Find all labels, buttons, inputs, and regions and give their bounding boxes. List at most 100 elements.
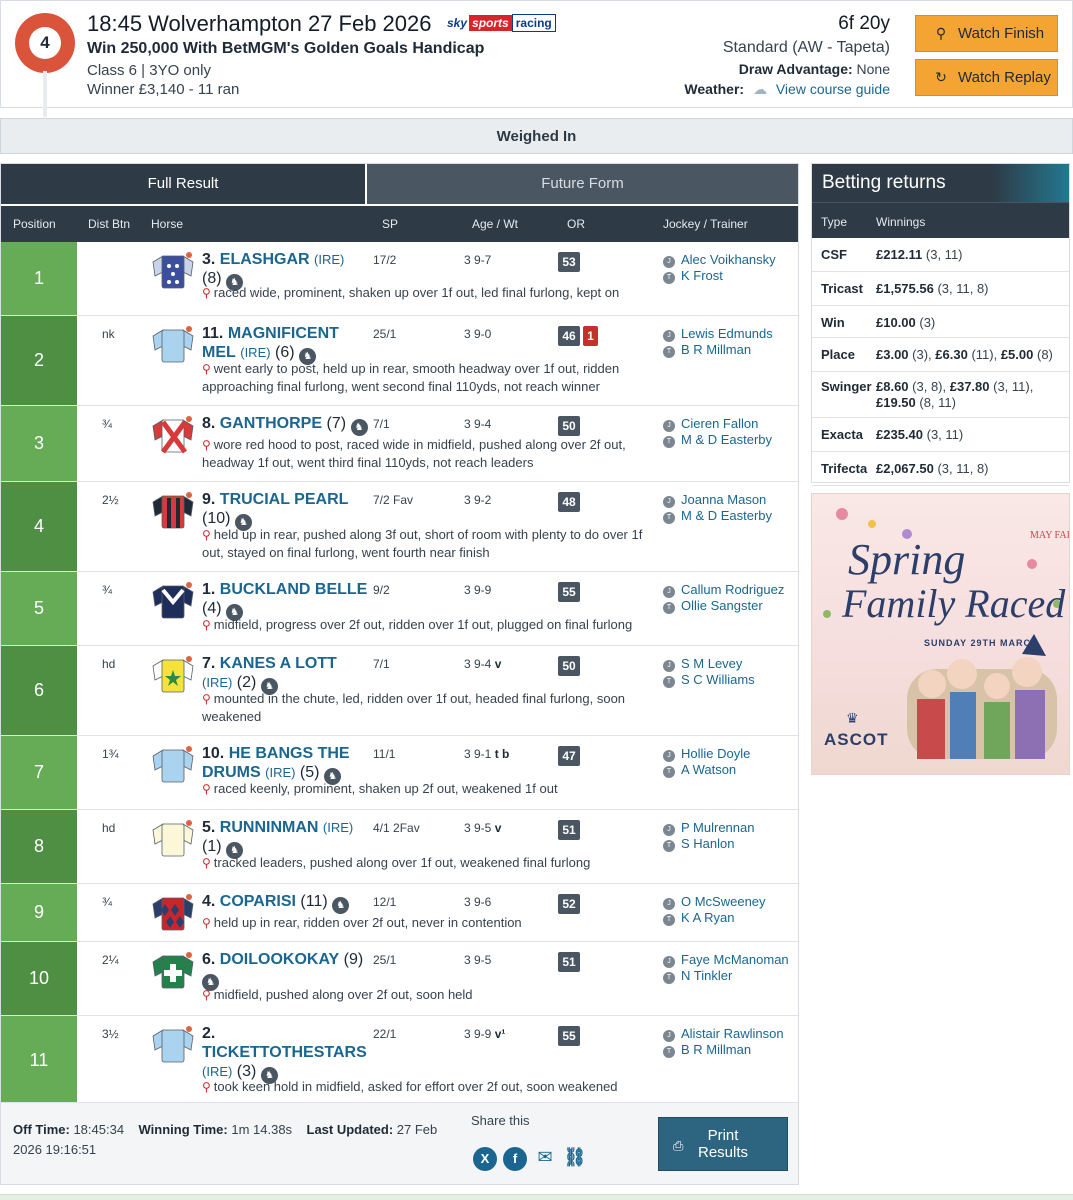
family-illustration xyxy=(907,634,1057,759)
horse-name-link[interactable]: 10. HE BANGS THE DRUMS (IRE) (5) ♞ xyxy=(202,744,368,785)
horse-name-link[interactable]: 8. GANTHORPE (7) ♞ xyxy=(202,414,368,436)
trainer-link[interactable]: T S C Williams xyxy=(663,672,755,688)
horse-name-link[interactable]: 6. DOILOOKOKAY (9) ♞ xyxy=(202,950,368,991)
watch-finish-button[interactable]: ⚲ Watch Finish xyxy=(915,15,1058,52)
trainer-badge-icon: T xyxy=(663,436,675,448)
logo-sky: sky xyxy=(447,16,468,30)
horse-name-link[interactable]: 9. TRUCIAL PEARL (10) ♞ xyxy=(202,490,368,531)
race-distance: 6f 20y xyxy=(838,13,890,34)
jockey-link[interactable]: J S M Levey xyxy=(663,656,755,672)
horse-name-link[interactable]: 1. BUCKLAND BELLE (4) ♞ xyxy=(202,580,368,621)
race-going: Standard (AW - Tapeta) xyxy=(722,39,890,56)
trainer-link[interactable]: T B R Millman xyxy=(663,342,773,358)
jockey-link[interactable]: J Hollie Doyle xyxy=(663,746,750,762)
bet-selection: (3) xyxy=(915,315,936,330)
bet-type: Place xyxy=(821,347,855,362)
race-comment: ⚲ mounted in the chute, led, ridden over … xyxy=(202,690,652,725)
jockey-link[interactable]: J Cieren Fallon xyxy=(663,416,772,432)
starting-price: 7/1 xyxy=(373,657,390,671)
finish-position: 4 xyxy=(1,482,77,571)
bet-type: CSF xyxy=(821,247,847,262)
trainer-link[interactable]: T K A Ryan xyxy=(663,910,766,926)
crown-icon: ♛ xyxy=(846,710,859,726)
trainer-name: Ollie Sangster xyxy=(681,598,763,613)
col-sp: SP xyxy=(382,217,399,231)
betting-returns-body: CSF £212.11 (3, 11) Tricast £1,575.56 (3, 1… xyxy=(812,238,1069,486)
bet-type: Exacta xyxy=(821,427,863,442)
jockey-link[interactable]: J Lewis Edmunds xyxy=(663,326,773,342)
starting-price: 25/1 xyxy=(373,953,397,967)
horse-name-link[interactable]: 4. COPARISI (11) ♞ xyxy=(202,892,368,914)
betting-return-row: Trifecta £2,067.50 (3, 11, 8) xyxy=(812,452,1069,486)
headgear: v xyxy=(494,657,502,671)
race-comment-text: held up in rear, pushed along 3f out, sh… xyxy=(202,527,643,560)
facebook-icon[interactable]: f xyxy=(503,1147,527,1171)
jockey-link[interactable]: J Alistair Rawlinson xyxy=(663,1026,784,1042)
trainer-link[interactable]: T M & D Easterby xyxy=(663,432,772,448)
ascot-spring-family-raceday-ad[interactable]: MAY FAIR Spring Family Raced SUNDAY 29TH… xyxy=(811,493,1070,775)
official-rating: 51 xyxy=(558,952,580,972)
trainer-badge-icon: T xyxy=(663,972,675,984)
link-icon[interactable]: ⛓ xyxy=(563,1145,587,1169)
print-results-button[interactable]: ⎙ Print Results xyxy=(658,1117,788,1171)
starting-price: 7/1 xyxy=(373,417,390,431)
distance-beaten: ¾ xyxy=(102,583,113,597)
official-rating: 55 xyxy=(558,1026,580,1046)
horse-name-link[interactable]: 7. KANES A LOTT (IRE) (2) ♞ xyxy=(202,654,368,695)
trainer-link[interactable]: T N Tinkler xyxy=(663,968,789,984)
bet-type: Tricast xyxy=(821,281,863,296)
tab-future-form[interactable]: Future Form xyxy=(367,164,798,204)
horse-profile-icon[interactable]: ♞ xyxy=(350,419,368,436)
result-row: 2 nk 11. MAGNIFICENT MEL (IRE) (6) ♞ ⚲ went … xyxy=(1,316,798,406)
distance-beaten: ¾ xyxy=(102,895,113,909)
horse-name-link[interactable]: 11. MAGNIFICENT MEL (IRE) (6) ♞ xyxy=(202,324,368,365)
col-horse: Horse xyxy=(151,217,184,231)
horse-name: RUNNINMAN xyxy=(219,819,319,836)
bet-amount: £6.30 xyxy=(935,347,968,362)
jockey-link[interactable]: J Callum Rodriguez xyxy=(663,582,784,598)
horse-name: GANTHORPE xyxy=(219,415,323,432)
trainer-link[interactable]: T Ollie Sangster xyxy=(663,598,784,614)
saddle-cloth-number: 3. xyxy=(202,251,216,268)
email-icon[interactable]: ✉ xyxy=(533,1145,557,1169)
horse-name-link[interactable]: 5. RUNNINMAN (IRE) (1) ♞ xyxy=(202,818,368,859)
trainer-link[interactable]: T M & D Easterby xyxy=(663,508,772,524)
bet-winnings: £10.00 (3) xyxy=(876,315,1066,331)
official-rating: 55 xyxy=(558,582,580,602)
official-rating: 50 xyxy=(558,656,580,676)
trainer-link[interactable]: T K Frost xyxy=(663,268,776,284)
race-title: 18:45 Wolverhampton 27 Feb 2026 xyxy=(87,11,432,36)
jockey-name: P Mulrennan xyxy=(681,820,755,835)
trainer-name: B R Millman xyxy=(681,1042,752,1057)
trainer-link[interactable]: T B R Millman xyxy=(663,1042,784,1058)
trainer-link[interactable]: T A Watson xyxy=(663,762,750,778)
starting-price: 22/1 xyxy=(373,1027,397,1041)
jockey-link[interactable]: J Alec Voikhansky xyxy=(663,252,776,268)
age-weight-value: 3 9-6 xyxy=(464,895,492,909)
course-guide-link[interactable]: View course guide xyxy=(776,81,890,97)
winning-time-value: 1m 14.38s xyxy=(231,1122,293,1137)
x-icon[interactable]: X xyxy=(473,1147,497,1171)
bet-type: Trifecta xyxy=(821,461,868,476)
watch-replay-button[interactable]: ↻ Watch Replay xyxy=(915,59,1058,96)
jockey-link[interactable]: J O McSweeney xyxy=(663,894,766,910)
horse-name-link[interactable]: 2. TICKETTOTHESTARS (IRE) (3) ♞ xyxy=(202,1024,368,1084)
starting-price: 12/1 xyxy=(373,895,397,909)
weather-label: Weather: xyxy=(684,81,745,97)
col-jockey-trainer: Jockey / Trainer xyxy=(663,217,748,231)
trainer-link[interactable]: T S Hanlon xyxy=(663,836,754,852)
race-number-badge: 4 xyxy=(15,13,75,117)
finish-position: 11 xyxy=(1,1016,77,1105)
tab-full-result[interactable]: Full Result xyxy=(1,164,365,204)
horse-profile-icon[interactable]: ♞ xyxy=(332,897,350,914)
jockey-link[interactable]: J Joanna Mason xyxy=(663,492,772,508)
jockey-link[interactable]: J P Mulrennan xyxy=(663,820,754,836)
result-row: 8 hd 5. RUNNINMAN (IRE) (1) ♞ ⚲ tracked lead… xyxy=(1,810,798,884)
stall-draw: (2) xyxy=(236,674,257,691)
trainer-badge-icon: T xyxy=(663,512,675,524)
jockey-link[interactable]: J Faye McManoman xyxy=(663,952,789,968)
comment-pin-icon: ⚲ xyxy=(202,782,211,796)
official-rating: 50 xyxy=(558,416,580,436)
age-weight: 3 9-2 xyxy=(464,493,491,507)
race-comment-text: mounted in the chute, led, ridden over 1… xyxy=(202,691,626,724)
